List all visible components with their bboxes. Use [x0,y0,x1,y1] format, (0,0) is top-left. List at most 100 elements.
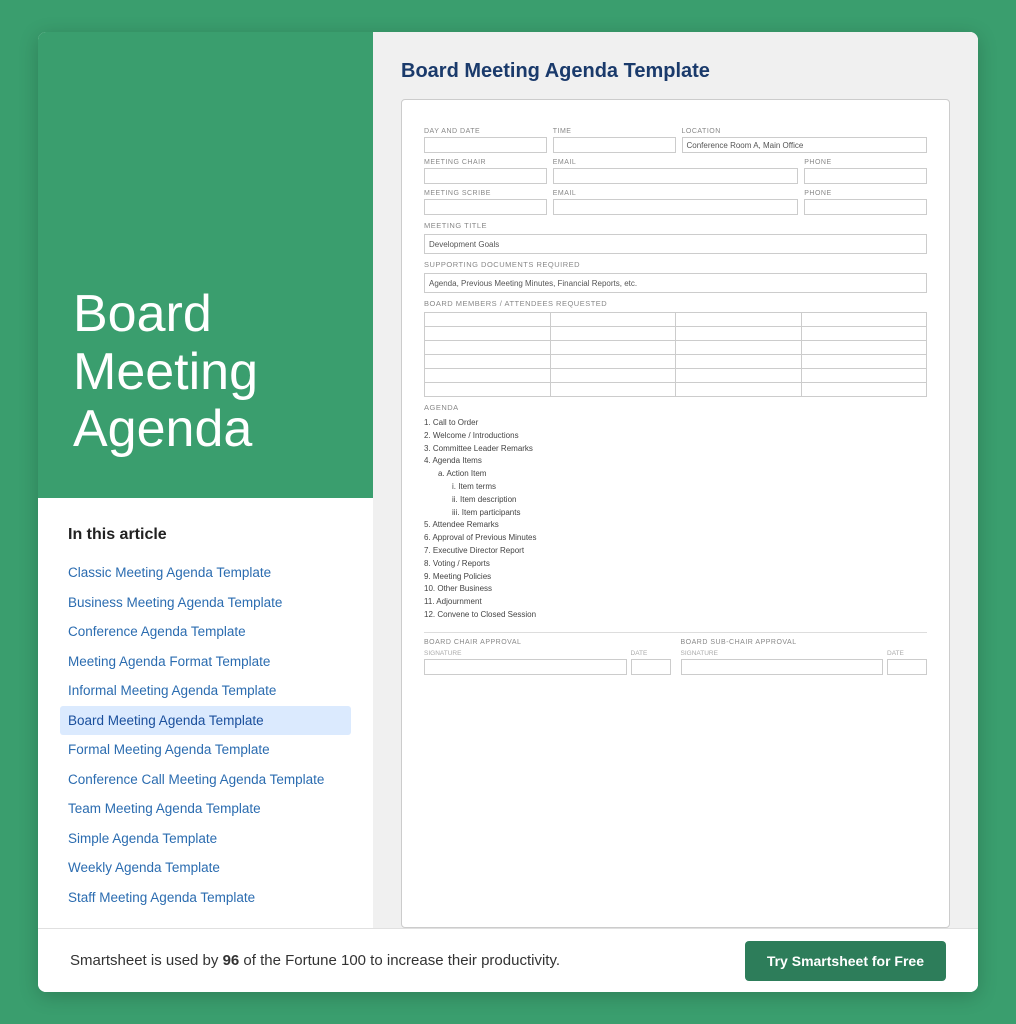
tpl-agenda-title: AGENDA [424,403,927,412]
hero-title: BoardMeetingAgenda [73,286,258,458]
tpl-day-date-input [424,137,547,153]
tpl-scribe-phone-input [804,199,927,215]
tpl-chair-input [424,168,547,184]
list-item: 10. Other Business [424,583,927,596]
main-content: BoardMeetingAgenda In this article Class… [38,32,978,928]
list-item: 6. Approval of Previous Minutes [424,532,927,545]
list-item: 4. Agenda Items [424,455,927,468]
tpl-supporting-docs-label: SUPPORTING DOCUMENTS REQUIRED [424,260,927,269]
tpl-scribe-phone-field: PHONE [804,190,927,215]
tpl-subchair-fields: SIGNATURE DATE [681,650,928,675]
tpl-scribe-phone-label: PHONE [804,190,927,197]
tpl-scribe-input [424,199,547,215]
tpl-phone-field: PHONE [804,159,927,184]
tpl-email-input [553,168,799,184]
tpl-chair-sig-input [424,659,627,675]
toc-item[interactable]: Simple Agenda Template [68,824,343,854]
list-item: ii. Item description [424,494,927,507]
toc-item[interactable]: Team Meeting Agenda Template [68,794,343,824]
list-item: 12. Convene to Closed Session [424,609,927,622]
toc-item[interactable]: Conference Call Meeting Agenda Template [68,765,343,795]
toc-item[interactable]: Formal Meeting Agenda Template [68,735,343,765]
tpl-supporting-docs-field: Agenda, Previous Meeting Minutes, Financ… [424,273,927,293]
tpl-subchair-sig-input [681,659,884,675]
toc-item[interactable]: Informal Meeting Agenda Template [68,676,343,706]
tpl-scribe-email-input [553,199,799,215]
tpl-supporting-docs-input: Agenda, Previous Meeting Minutes, Financ… [424,273,927,293]
tpl-location-field: LOCATION Conference Room A, Main Office [682,128,928,153]
tpl-scribe-email-label: EMAIL [553,190,799,197]
tpl-chair-date-input [631,659,671,675]
list-item: 3. Committee Leader Remarks [424,443,927,456]
tpl-chair-label: MEETING CHAIR [424,159,547,166]
tpl-chair-sig-label: SIGNATURE [424,650,627,657]
tpl-subchair-date-label: DATE [887,650,927,657]
tpl-row-4: Development Goals [424,234,927,254]
tpl-meeting-title-label: MEETING TITLE [424,221,927,230]
list-item: 2. Welcome / Introductions [424,430,927,443]
tpl-approval-row: BOARD CHAIR APPROVAL SIGNATURE DATE [424,632,927,675]
tpl-phone-label: PHONE [804,159,927,166]
tpl-location-input: Conference Room A, Main Office [682,137,928,153]
table-row [425,313,927,327]
tpl-meeting-title-input: Development Goals [424,234,927,254]
tpl-chair-sig-field: SIGNATURE [424,650,627,675]
article-title: Board Meeting Agenda Template [401,60,950,83]
toc-item[interactable]: Conference Agenda Template [68,617,343,647]
table-row [425,383,927,397]
tpl-meeting-title-field: Development Goals [424,234,927,254]
tpl-subchair-sig-label: SIGNATURE [681,650,884,657]
right-panel: Board Meeting Agenda Template DAY AND DA… [373,32,978,928]
template-preview: DAY AND DATE TIME LOCATION Conference Ro… [401,99,950,928]
cta-button[interactable]: Try Smartsheet for Free [745,941,946,981]
toc-item[interactable]: Meeting Agenda Format Template [68,647,343,677]
tpl-time-label: TIME [553,128,676,135]
list-item: 11. Adjournment [424,596,927,609]
left-panel: BoardMeetingAgenda In this article Class… [38,32,373,928]
tpl-time-field: TIME [553,128,676,153]
tpl-row-3: MEETING SCRIBE EMAIL PHONE [424,190,927,215]
toc-item[interactable]: Business Meeting Agenda Template [68,588,343,618]
tpl-day-date-label: DAY AND DATE [424,128,547,135]
tpl-chair-date-label: DATE [631,650,671,657]
table-row [425,369,927,383]
tpl-day-date-field: DAY AND DATE [424,128,547,153]
footer-text: Smartsheet is used by 96 of the Fortune … [70,952,560,969]
toc-item[interactable]: Weekly Agenda Template [68,853,343,883]
tpl-scribe-field: MEETING SCRIBE [424,190,547,215]
tpl-subchair-date-input [887,659,927,675]
tpl-attendees-table [424,312,927,397]
list-item: a. Action Item [424,468,927,481]
list-item: 1. Call to Order [424,417,927,430]
tpl-row-1: DAY AND DATE TIME LOCATION Conference Ro… [424,128,927,153]
tpl-row-5: Agenda, Previous Meeting Minutes, Financ… [424,273,927,293]
tpl-chair-date-field: DATE [631,650,671,675]
tpl-board-chair-fields: SIGNATURE DATE [424,650,671,675]
tpl-board-chair-col: BOARD CHAIR APPROVAL SIGNATURE DATE [424,639,671,675]
tpl-agenda-list: 1. Call to Order 2. Welcome / Introducti… [424,417,927,622]
toc-item[interactable]: Classic Meeting Agenda Template [68,558,343,588]
tpl-board-chair-label: BOARD CHAIR APPROVAL [424,639,671,646]
table-row [425,341,927,355]
toc-list: Classic Meeting Agenda TemplateBusiness … [68,558,343,913]
tpl-location-label: LOCATION [682,128,928,135]
tpl-email-label: EMAIL [553,159,799,166]
footer-number: 96 [223,952,240,969]
tpl-subchair-col: BOARD SUB-CHAIR APPROVAL SIGNATURE DATE [681,639,928,675]
list-item: 5. Attendee Remarks [424,519,927,532]
tpl-subchair-label: BOARD SUB-CHAIR APPROVAL [681,639,928,646]
footer: Smartsheet is used by 96 of the Fortune … [38,928,978,992]
main-card: BoardMeetingAgenda In this article Class… [38,32,978,992]
toc-heading: In this article [68,526,343,544]
toc-item[interactable]: Board Meeting Agenda Template [60,706,351,736]
tpl-subchair-sig-field: SIGNATURE [681,650,884,675]
list-item: 8. Voting / Reports [424,558,927,571]
hero-section: BoardMeetingAgenda [38,32,373,498]
table-row [425,327,927,341]
toc-item[interactable]: Staff Meeting Agenda Template [68,883,343,913]
list-item: 9. Meeting Policies [424,571,927,584]
list-item: i. Item terms [424,481,927,494]
tpl-attendees-label: BOARD MEMBERS / ATTENDEES REQUESTED [424,299,927,308]
tpl-phone-input [804,168,927,184]
list-item: iii. Item participants [424,507,927,520]
